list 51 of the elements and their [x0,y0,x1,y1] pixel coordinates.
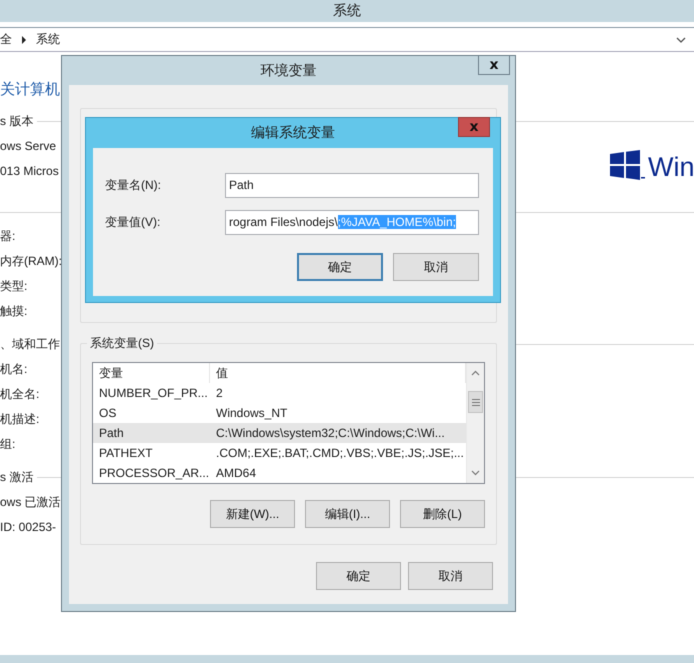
chevron-down-icon [471,470,480,476]
info-label: ows 已激活 [0,494,61,511]
input-field[interactable]: rogram Files\nodejs\;%JAVA_HOME%\bin; [225,210,479,235]
dialog-button[interactable]: 取消 [408,562,493,590]
close-button[interactable]: x [478,55,510,75]
dialog-title: 环境变量 [260,62,316,80]
dialog-button[interactable]: 确定 [297,253,383,281]
window-title: 系统 [333,2,361,20]
dialog-button[interactable]: 编辑(I)... [305,500,390,528]
list-row[interactable]: NUMBER_OF_PR... 2 [93,383,466,403]
info-label: 机全名: [0,386,40,403]
info-label: 类型: [0,278,28,295]
info-label: 内存(RAM): [0,253,62,270]
grip-icon [472,398,480,406]
section-title: s 版本 [0,113,34,130]
breadcrumb-item[interactable]: 全 [0,31,12,48]
info-label: 机描述: [0,411,40,428]
info-label: ows Serve [0,138,56,155]
dialog-button[interactable]: 新建(W)... [210,500,295,528]
chevron-down-icon [676,36,686,42]
list-row[interactable]: Path C:\Windows\system32;C:\Windows;C:\Wi... [93,423,466,443]
breadcrumb-item[interactable]: 系统 [36,31,60,48]
info-label: 机名: [0,361,28,378]
group-label: 系统变量(S) [87,335,157,352]
dialog-button[interactable]: 确定 [316,562,401,590]
close-button[interactable]: x [458,117,490,137]
column-header[interactable]: 变量 [93,363,210,383]
info-label: 013 Micros [0,163,59,180]
dialog-button[interactable]: 取消 [393,253,479,281]
dialog-title: 编辑系统变量 [251,124,335,142]
field-label: 变量名(N): [105,177,162,194]
section-title: 、域和工作 [0,336,60,353]
input-field[interactable]: Path [225,173,479,198]
dialog-button[interactable]: 删除(L) [400,500,485,528]
list-row[interactable]: OS Windows_NT [93,403,466,423]
info-label: 组: [0,436,16,453]
logo-text: Win [648,152,694,182]
info-label: 触摸: [0,303,28,320]
field-label: 变量值(V): [105,214,162,231]
scroll-thumb[interactable] [468,391,483,413]
windows-logo-icon [610,150,646,182]
page-heading: 关计算机 [0,80,60,100]
scrollbar[interactable] [466,363,484,483]
info-label: 器: [0,228,16,245]
section-title: s 激活 [0,469,34,486]
chevron-up-icon [471,370,480,376]
info-label: ID: 00253- [0,519,56,536]
list-row[interactable]: PATHEXT .COM;.EXE;.BAT;.CMD;.VBS;.VBE;.JS;.JSE;... [93,443,466,463]
address-bar[interactable]: 全 系统 [0,27,694,52]
caret-icon [21,36,27,44]
list-row[interactable]: PROCESSOR_AR... AMD64 [93,463,466,483]
